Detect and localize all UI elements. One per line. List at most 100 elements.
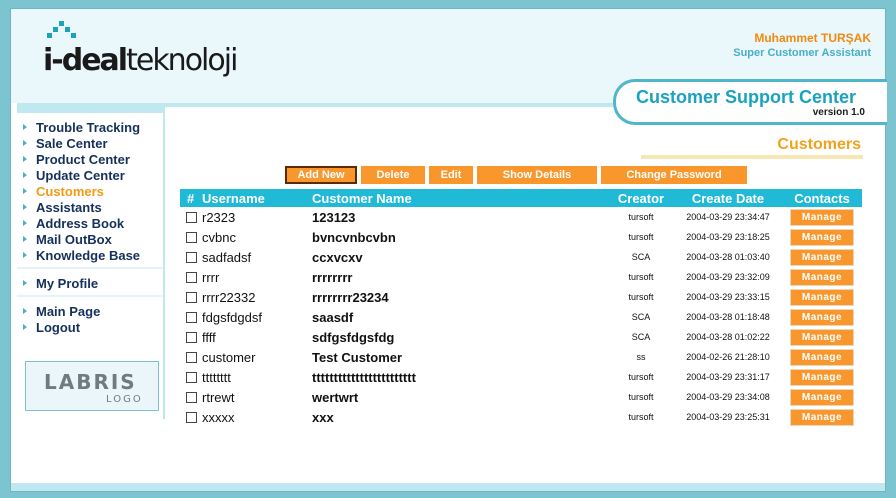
sidebar-item-update-center[interactable]: Update Center [23,167,163,183]
cell-username: xxxxx [202,409,235,425]
arrow-icon [23,308,27,314]
row-checkbox[interactable] [185,211,197,223]
cell-username: rrrr [202,269,220,285]
manage-button[interactable]: Manage [790,208,854,226]
cell-customer-name: tttttttttttttttttttttttt [312,369,416,385]
cell-creator: tursoft [628,412,654,422]
row-checkbox[interactable] [185,371,197,383]
arrow-icon [23,204,27,210]
cell-customer-name: wertwrt [312,389,359,405]
arrow-icon [23,188,27,194]
manage-button[interactable]: Manage [790,248,854,266]
manage-button[interactable]: Manage [790,228,854,246]
nav-group-session: Main Page Logout [17,297,163,339]
row-checkbox[interactable] [185,251,197,263]
manage-button[interactable]: Manage [790,288,854,306]
cell-create-date: 2004-03-28 01:02:22 [686,332,770,342]
sidebar-item-assistants[interactable]: Assistants [23,199,163,215]
cell-create-date: 2004-03-28 01:03:40 [686,252,770,262]
sidebar-item-mail-outbox[interactable]: Mail OutBox [23,231,163,247]
cell-username: rtrewt [202,389,235,405]
logo-suffix: teknoloji [126,43,238,78]
table-row[interactable]: tttttttt tttttttttttttttttttttttt tursoft 2… [180,367,862,387]
sponsor-logo[interactable]: LABRIS LOGO [25,361,159,411]
cell-creator: tursoft [628,292,654,302]
row-checkbox[interactable] [185,291,197,303]
table-row[interactable]: rrrr22332 rrrrrrrr23234 tursoft 2004-03-29 … [180,287,862,307]
sidebar-item-logout[interactable]: Logout [23,319,163,335]
cell-username: cvbnc [202,229,236,245]
manage-button[interactable]: Manage [790,388,854,406]
column-header-username[interactable]: Username [202,191,312,206]
cell-create-date: 2004-03-29 23:31:17 [686,372,770,382]
table-row[interactable]: cvbnc bvncvnbcvbn tursoft 2004-03-29 23:18:… [180,227,862,247]
header-divider [165,103,613,107]
footer-bar [11,483,885,491]
table-row[interactable]: sadfadsf ccxvcxv SCA 2004-03-28 01:03:40 Man… [180,247,862,267]
table-row[interactable]: rtrewt wertwrt tursoft 2004-03-29 23:34:08 M… [180,387,862,407]
cell-customer-name: 123123 [312,209,356,225]
manage-button[interactable]: Manage [790,268,854,286]
edit-button[interactable]: Edit [429,166,473,184]
app-title-tab: Customer Support Center version 1.0 [613,79,887,125]
show-details-button[interactable]: Show Details [477,166,597,184]
cell-creator: tursoft [628,372,654,382]
table-row[interactable]: customer Test Customer ss 2004-02-26 21:28:… [180,347,862,367]
row-checkbox[interactable] [185,411,197,423]
cell-customer-name: rrrrrrrr [312,269,353,285]
cell-username: fdgsfdgdsf [202,309,262,325]
change-password-button[interactable]: Change Password [601,166,747,184]
sidebar-item-my-profile[interactable]: My Profile [23,275,163,291]
cell-create-date: 2004-03-29 23:34:08 [686,392,770,402]
add-new-button[interactable]: Add New [285,166,357,184]
cell-create-date: 2004-03-29 23:25:31 [686,412,770,422]
table-row[interactable]: xxxxx xxx tursoft 2004-03-29 23:25:31 Manage [180,407,862,427]
column-header-customer-name[interactable]: Customer Name [312,191,608,206]
manage-button[interactable]: Manage [790,368,854,386]
manage-button[interactable]: Manage [790,328,854,346]
table-row[interactable]: r2323 123123 tursoft 2004-03-29 23:34:47 Man… [180,207,862,227]
app-version: version 1.0 [812,107,865,118]
sidebar-item-sale-center[interactable]: Sale Center [23,135,163,151]
arrow-icon [23,124,27,130]
table-body: r2323 123123 tursoft 2004-03-29 23:34:47 Man… [180,207,862,427]
row-checkbox[interactable] [185,391,197,403]
cell-creator: tursoft [628,272,654,282]
user-name: Muhammet TURŞAK [754,31,871,45]
cell-create-date: 2004-03-29 23:34:47 [686,212,770,222]
table-row[interactable]: rrrr rrrrrrrr tursoft 2004-03-29 23:32:09 Ma… [180,267,862,287]
row-checkbox[interactable] [185,271,197,283]
sponsor-logo-sub: LOGO [106,394,143,405]
cell-customer-name: bvncvnbcvbn [312,229,396,245]
manage-button[interactable]: Manage [790,308,854,326]
cell-create-date: 2004-03-29 23:33:15 [686,292,770,302]
manage-button[interactable]: Manage [790,348,854,366]
cell-customer-name: rrrrrrrr23234 [312,289,389,305]
sidebar-item-main-page[interactable]: Main Page [23,303,163,319]
arrow-icon [23,236,27,242]
cell-username: tttttttt [202,369,231,385]
cell-creator: tursoft [628,392,654,402]
column-header-create-date[interactable]: Create Date [674,191,782,206]
manage-button[interactable]: Manage [790,408,854,426]
column-header-creator[interactable]: Creator [608,191,674,206]
cell-create-date: 2004-03-28 01:18:48 [686,312,770,322]
title-underline [641,155,863,159]
logo-roof-icon [47,21,76,38]
row-checkbox[interactable] [185,231,197,243]
sidebar-item-trouble-tracking[interactable]: Trouble Tracking [23,119,163,135]
delete-button[interactable]: Delete [361,166,425,184]
sidebar-item-customers[interactable]: Customers [23,183,163,199]
nav-group-main: Trouble Tracking Sale Center Product Cen… [17,113,163,269]
cell-username: ffff [202,329,216,345]
sidebar-item-knowledge-base[interactable]: Knowledge Base [23,247,163,263]
row-checkbox[interactable] [185,351,197,363]
sidebar-item-address-book[interactable]: Address Book [23,215,163,231]
sidebar-item-product-center[interactable]: Product Center [23,151,163,167]
row-checkbox[interactable] [185,331,197,343]
table-row[interactable]: ffff sdfgsfdgsfdg SCA 2004-03-28 01:02:22 Ma… [180,327,862,347]
row-checkbox[interactable] [185,311,197,323]
cell-customer-name: xxx [312,409,334,425]
nav-top-divider [17,103,165,113]
table-row[interactable]: fdgsfdgdsf saasdf SCA 2004-03-28 01:18:48 Ma… [180,307,862,327]
